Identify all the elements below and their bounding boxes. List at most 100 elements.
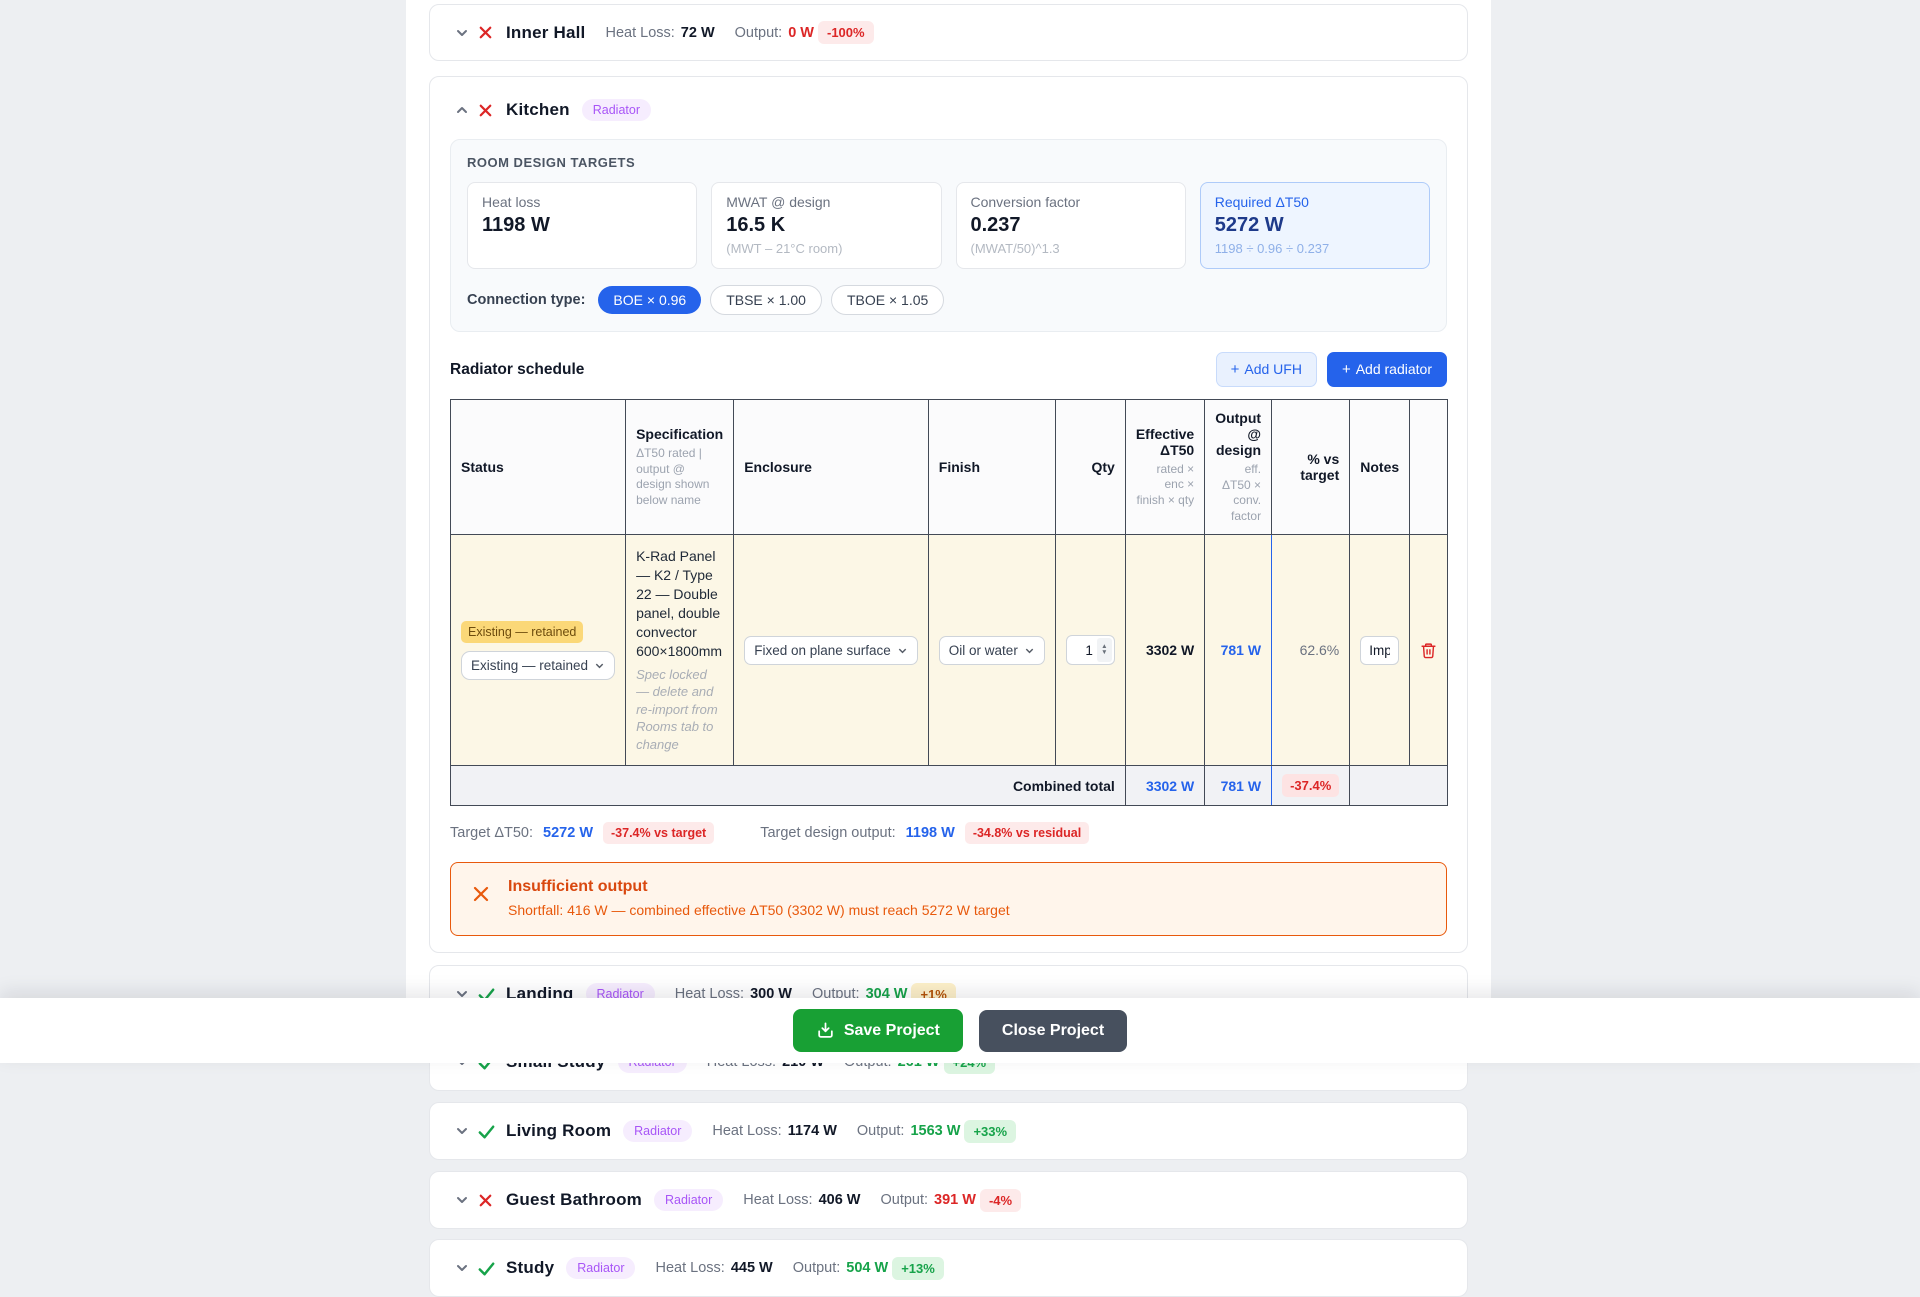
connection-type-label: Connection type: [467, 292, 585, 308]
heat-loss-label: Heat Loss: [655, 1260, 724, 1276]
col-actions [1410, 400, 1448, 535]
col-status: Status [451, 400, 626, 535]
room-name: Guest Bathroom [506, 1190, 642, 1210]
room-name: Study [506, 1258, 554, 1278]
delta-badge: +33% [964, 1120, 1016, 1143]
chevron-down-icon[interactable] [452, 1121, 476, 1141]
room-row-study: Study Radiator Heat Loss: 445 W Output: 50… [429, 1239, 1468, 1297]
radiator-schedule-title: Radiator schedule [450, 361, 584, 379]
status-badge: Existing — retained [461, 621, 583, 643]
metric-value: 16.5 K [726, 214, 926, 237]
targets-title: ROOM DESIGN TARGETS [467, 155, 1430, 170]
room-row-living-room: Living Room Radiator Heat Loss: 1174 W Ou… [429, 1102, 1468, 1160]
pct-vs-target-value: 62.6% [1300, 642, 1340, 658]
finish-select[interactable]: Oil or water [939, 636, 1045, 665]
heat-loss-value: 72 W [681, 25, 715, 41]
heat-loss-label: Heat Loss: [743, 1192, 812, 1208]
delta-badge: +13% [892, 1257, 944, 1280]
add-ufh-button[interactable]: +Add UFH [1216, 352, 1317, 387]
heat-loss-value: 1174 W [788, 1123, 837, 1139]
connection-pill-boe[interactable]: BOE × 0.96 [598, 286, 701, 314]
metric-value: 5272 W [1215, 214, 1415, 237]
target-dt50-badge: -37.4% vs target [603, 822, 714, 844]
add-radiator-button[interactable]: +Add radiator [1327, 352, 1447, 387]
target-dt50-label: Target ΔT50: [450, 825, 533, 841]
chevron-up-icon[interactable] [452, 100, 476, 120]
trash-icon [1420, 642, 1437, 659]
total-effective-value: 3302 W [1146, 778, 1194, 794]
plus-icon: + [1231, 361, 1240, 378]
col-enclosure: Enclosure [734, 400, 929, 535]
effective-dt50-value: 3302 W [1146, 642, 1194, 658]
combined-total-label: Combined total [1013, 778, 1115, 794]
total-output-value: 781 W [1221, 778, 1261, 794]
qty-stepper[interactable]: 1▲▼ [1066, 635, 1115, 665]
room-type-badge: Radiator [623, 1120, 692, 1142]
output-value: 504 W [846, 1260, 888, 1276]
status-select[interactable]: Existing — retained [461, 651, 615, 680]
col-effective-dt50: Effective ΔT50rated × enc × finish × qty [1125, 400, 1204, 535]
project-panel: Inner Hall Heat Loss:72 W Output:0 W -10… [406, 0, 1491, 1063]
output-design-value: 781 W [1221, 642, 1261, 658]
metric-card-conversion: Conversion factor 0.237 (MWAT/50)^1.3 [956, 182, 1186, 269]
fail-x-icon [476, 101, 506, 120]
stepper-arrows-icon[interactable]: ▲▼ [1097, 638, 1112, 662]
room-row-guest-bathroom: Guest Bathroom Radiator Heat Loss:406 W … [429, 1171, 1468, 1229]
target-output-badge: -34.8% vs residual [965, 822, 1089, 844]
col-output-design: Output @ designeff. ΔT50 × conv. factor [1205, 400, 1272, 535]
delete-radiator-button[interactable] [1420, 642, 1437, 659]
metric-sub: 1198 ÷ 0.96 ÷ 0.237 [1215, 241, 1415, 256]
spec-locked-note: Spec locked — delete and re-import from … [636, 666, 723, 754]
metric-value: 0.237 [971, 214, 1171, 237]
metric-card-mwat: MWAT @ design 16.5 K (MWT – 21°C room) [711, 182, 941, 269]
room-name: Living Room [506, 1121, 611, 1141]
save-project-button[interactable]: Save Project [793, 1009, 963, 1052]
heat-loss-value: 445 W [731, 1260, 773, 1276]
output-label: Output: [793, 1260, 841, 1276]
room-name: Kitchen [506, 100, 570, 120]
total-pct-badge: -37.4% [1282, 774, 1339, 797]
fail-x-icon [476, 23, 506, 42]
spec-name: K-Rad Panel — K2 / Type 22 — Double pane… [636, 547, 723, 660]
output-value: 1563 W [910, 1123, 960, 1139]
connection-pill-tboe[interactable]: TBOE × 1.05 [831, 285, 944, 315]
output-label: Output: [880, 1192, 928, 1208]
metric-card-heat-loss: Heat loss 1198 W [467, 182, 697, 269]
connection-pill-tbse[interactable]: TBSE × 1.00 [710, 285, 822, 315]
fail-x-icon [476, 1191, 506, 1210]
radiator-row: Existing — retained Existing — retained … [451, 535, 1448, 766]
alert-title: Insufficient output [508, 878, 1010, 896]
insufficient-output-alert: Insufficient output Shortfall: 416 W — c… [450, 862, 1447, 936]
chevron-down-icon[interactable] [452, 1258, 476, 1278]
output-label: Output: [857, 1123, 905, 1139]
room-type-badge: Radiator [654, 1189, 723, 1211]
metric-value: 1198 W [482, 214, 682, 237]
chevron-down-icon [594, 660, 605, 671]
save-project-label: Save Project [844, 1022, 940, 1040]
enclosure-select[interactable]: Fixed on plane surface [744, 636, 918, 665]
target-output-label: Target design output: [760, 825, 895, 841]
target-output-value: 1198 W [906, 825, 955, 841]
metric-sub: (MWT – 21°C room) [726, 241, 926, 256]
room-type-badge: Radiator [582, 99, 651, 121]
room-type-badge: Radiator [566, 1257, 635, 1279]
output-value: 0 W [788, 25, 814, 41]
chevron-down-icon [1024, 645, 1035, 656]
metric-label: MWAT @ design [726, 194, 926, 210]
heat-loss-label: Heat Loss: [712, 1123, 781, 1139]
notes-input[interactable] [1360, 636, 1399, 665]
metric-label: Conversion factor [971, 194, 1171, 210]
chevron-down-icon [897, 645, 908, 656]
delta-badge: -4% [980, 1189, 1021, 1212]
col-notes: Notes [1350, 400, 1410, 535]
close-project-label: Close Project [1002, 1022, 1104, 1039]
footer-action-bar: Save Project Close Project [0, 998, 1920, 1063]
chevron-down-icon[interactable] [452, 1190, 476, 1210]
close-project-button[interactable]: Close Project [979, 1010, 1127, 1052]
chevron-down-icon[interactable] [452, 23, 476, 43]
target-dt50-value: 5272 W [543, 825, 593, 841]
plus-icon: + [1342, 361, 1351, 378]
room-name: Inner Hall [506, 23, 585, 43]
metric-label: Required ΔT50 [1215, 194, 1415, 210]
metric-card-required-dt50: Required ΔT50 5272 W 1198 ÷ 0.96 ÷ 0.237 [1200, 182, 1430, 269]
